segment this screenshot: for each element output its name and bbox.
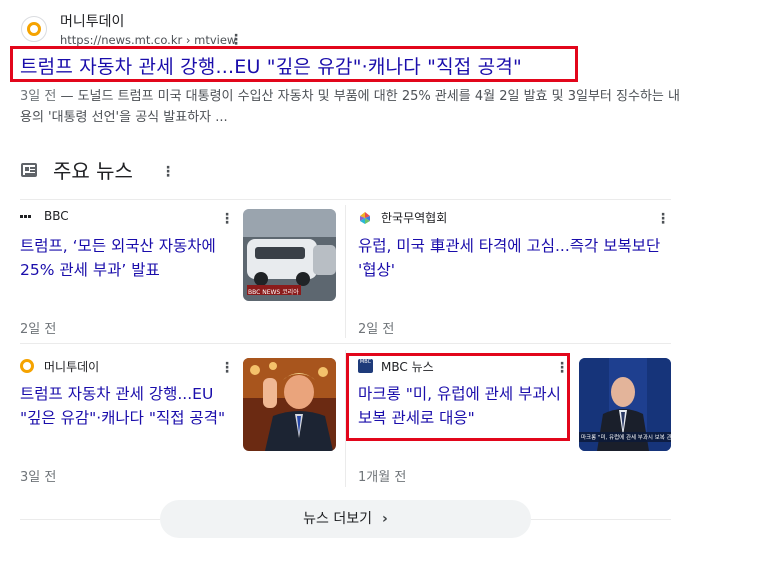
site-favicon[interactable]	[21, 16, 47, 42]
card-source[interactable]: BBC	[44, 209, 69, 223]
news-section-icon	[21, 163, 37, 177]
card-more-options-icon[interactable]: ⋮	[220, 212, 234, 226]
bbc-logo-icon	[20, 211, 34, 223]
card-date: 1개월 전	[358, 470, 407, 485]
result-snippet: 3일 전 — 도널드 트럼프 미국 대통령이 수입산 자동차 및 부품에 대한 …	[20, 86, 682, 128]
thumbnail-caption: 마크롱 "미, 유럽에 관세 부과시 보복 관세로...	[581, 435, 671, 441]
result-title-link[interactable]: 트럼프 자동차 관세 강행...EU "깊은 유감"·캐나다 "직접 공격"	[20, 52, 522, 79]
card-thumbnail-person[interactable]	[243, 358, 336, 451]
card-source[interactable]: MBC 뉴스	[381, 358, 434, 375]
card-more-options-icon[interactable]: ⋮	[656, 212, 670, 226]
chevron-right-icon: ›	[382, 511, 388, 527]
divider-bottom-right	[531, 519, 671, 520]
card-source[interactable]: 한국무역협회	[381, 209, 447, 226]
more-news-button[interactable]: 뉴스 더보기 ›	[160, 500, 531, 538]
card-title-link[interactable]: 트럼프 자동차 관세 강행...EU "깊은 유감"·캐나다 "직접 공격"	[20, 382, 238, 430]
divider-col-1	[345, 205, 346, 338]
result-snippet-text: — 도널드 트럼프 미국 대통령이 수입산 자동차 및 부품에 대한 25% 관…	[20, 89, 680, 125]
section-title: 주요 뉴스	[53, 159, 133, 183]
kita-logo-icon	[358, 210, 372, 224]
card-title-link[interactable]: 트럼프, ‘모든 외국산 자동차에 25% 관세 부과’ 발표	[20, 234, 238, 282]
mbc-logo-icon: MBC	[358, 359, 373, 373]
card-title-link[interactable]: 유럽, 미국 車관세 타격에 고심...즉각 보복보단 '협상'	[358, 234, 671, 282]
card-title-link[interactable]: 마크롱 "미, 유럽에 관세 부과시 보복 관세로 대응"	[358, 382, 564, 430]
mt-logo-icon	[20, 359, 34, 373]
result-snippet-date: 3일 전	[20, 89, 57, 104]
divider-middle	[20, 343, 671, 344]
card-more-options-icon[interactable]: ⋮	[220, 361, 234, 375]
thumbnail-caption: BBC NEWS 코리아	[248, 289, 299, 296]
card-date: 3일 전	[20, 470, 57, 485]
more-news-label: 뉴스 더보기	[303, 511, 373, 527]
section-more-options-icon[interactable]: ⋮	[161, 165, 175, 179]
result-site-name[interactable]: 머니투데이	[60, 11, 124, 31]
card-date: 2일 전	[358, 322, 395, 337]
result-more-options-icon[interactable]: ⋮	[229, 33, 243, 47]
divider-top	[20, 199, 671, 200]
divider-bottom-left	[20, 519, 160, 520]
card-more-options-icon[interactable]: ⋮	[555, 361, 569, 375]
card-date: 2일 전	[20, 322, 57, 337]
card-source[interactable]: 머니투데이	[44, 358, 99, 375]
result-url[interactable]: https://news.mt.co.kr › mtview	[60, 33, 236, 47]
